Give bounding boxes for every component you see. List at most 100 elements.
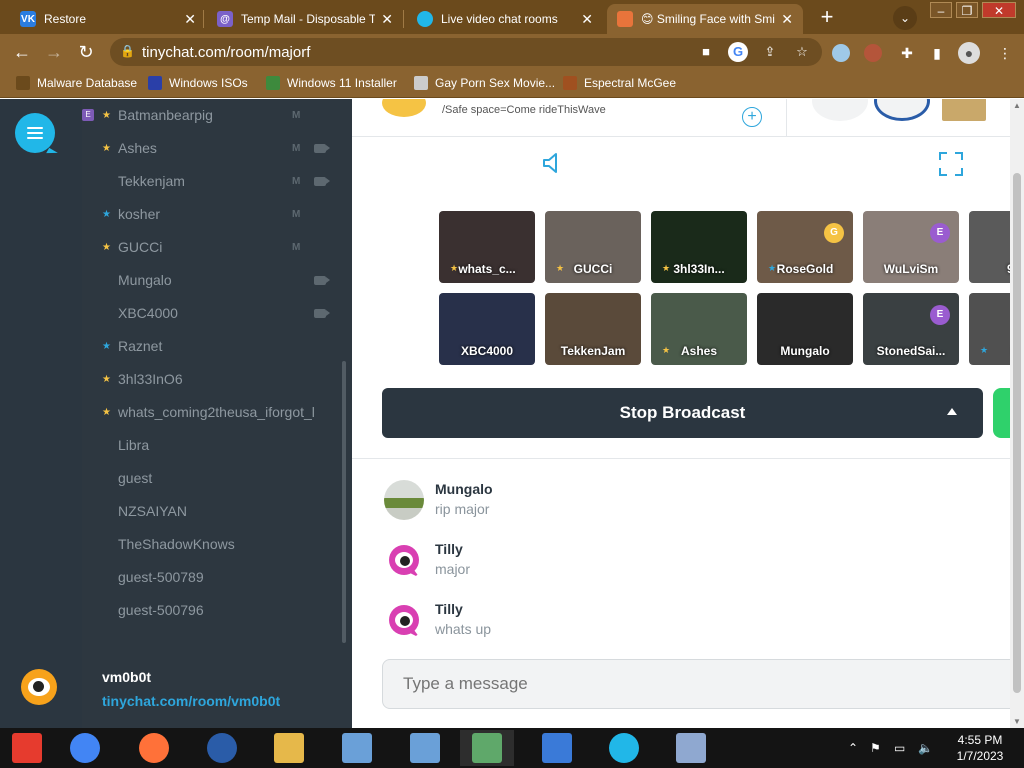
tinychat-avatar[interactable] (384, 600, 424, 640)
show-hidden-icons-chevron-icon[interactable]: ⌃ (848, 741, 858, 755)
taskbar-app[interactable] (262, 730, 316, 766)
user-list-item[interactable]: ★ Ashes M (82, 136, 332, 160)
taskbar-app[interactable] (330, 730, 384, 766)
close-tab-icon[interactable]: ✕ (184, 11, 196, 28)
page-scrollbar[interactable]: ▲ ▼ (1010, 99, 1024, 728)
camera-blocked-icon[interactable]: ■ (696, 42, 716, 62)
message-author[interactable]: Tilly (435, 601, 463, 617)
reload-button[interactable]: ↻ (74, 40, 98, 64)
profile-icon[interactable]: ● (958, 42, 980, 64)
moderator-avatar[interactable] (874, 99, 930, 121)
taskbar-app[interactable] (398, 730, 452, 766)
browser-tab[interactable]: Live video chat rooms ✕ (407, 4, 603, 34)
caret-up-icon[interactable] (947, 408, 957, 415)
camera-tile[interactable]: ★ G RoseGold (757, 211, 853, 283)
flag-icon[interactable]: ⚑ (870, 741, 881, 755)
user-list-item[interactable]: guest (82, 466, 332, 490)
browser-tab[interactable]: 😊 Smiling Face with Smili ✕ (607, 4, 803, 34)
user-list-item[interactable]: ★ whats_coming2theusa_iforgot_l (82, 400, 332, 424)
user-list-item[interactable]: ★ GUCCi M (82, 235, 332, 259)
close-tab-icon[interactable]: ✕ (581, 11, 593, 28)
bookmark-item[interactable]: Espectral McGee (563, 76, 676, 90)
stop-broadcast-button[interactable]: Stop Broadcast (382, 388, 983, 438)
user-list-item[interactable]: Mungalo (82, 268, 332, 292)
user-list-item[interactable]: Tekkenjam M (82, 169, 332, 193)
user-list-item[interactable]: guest-500789 (82, 565, 332, 589)
camera-tile[interactable]: ★ 3hl33In... (651, 211, 747, 283)
message-author[interactable]: Mungalo (435, 481, 493, 497)
camera-tile[interactable]: ★ whats_c... (439, 211, 535, 283)
share-icon[interactable]: ⇪ (760, 42, 780, 62)
url-text[interactable]: tinychat.com/room/majorf (142, 44, 310, 61)
google-icon[interactable]: G (728, 42, 748, 62)
extensions-puzzle-icon[interactable]: ✚ (896, 42, 918, 64)
taskbar-app[interactable] (597, 730, 651, 766)
lock-icon[interactable]: 🔒 (120, 44, 135, 58)
close-tab-icon[interactable]: ✕ (781, 11, 793, 28)
camera-tile[interactable]: E WuLviSm (863, 211, 959, 283)
browser-tab[interactable]: @ Temp Mail - Disposable Te ✕ (207, 4, 403, 34)
restore-button[interactable]: ❐ (956, 2, 978, 18)
taskbar-app[interactable] (0, 730, 54, 766)
bookmark-item[interactable]: Malware Database (16, 76, 137, 90)
fullscreen-icon[interactable] (938, 151, 964, 177)
taskbar-app[interactable] (195, 730, 249, 766)
add-icon[interactable]: + (742, 107, 762, 127)
forward-button[interactable]: → (42, 40, 66, 64)
camera-tile[interactable]: ★ GUCCi (545, 211, 641, 283)
camera-tile[interactable]: Mungalo (757, 293, 853, 365)
taskbar-app[interactable] (530, 730, 584, 766)
bookmark-item[interactable]: Gay Porn Sex Movie... (414, 76, 555, 90)
volume-icon[interactable]: 🔈 (918, 741, 933, 755)
more-menu-icon[interactable]: ⋮ (994, 42, 1016, 64)
message-author[interactable]: Tilly (435, 541, 463, 557)
taskbar-app[interactable] (664, 730, 718, 766)
user-list-item[interactable]: Libra (82, 433, 332, 457)
user-list-item[interactable]: XBC4000 (82, 301, 332, 325)
address-bar[interactable]: 🔒 tinychat.com/room/majorf ■ G ⇪ ☆ (110, 38, 822, 66)
user-list-item[interactable]: TheShadowKnows (82, 532, 332, 556)
user-list-item[interactable]: NZSAIYAN (82, 499, 332, 523)
menu-icon[interactable] (15, 113, 55, 153)
user-list-scrollbar[interactable] (342, 361, 346, 643)
close-window-button[interactable]: ✕ (982, 2, 1016, 18)
taskbar-app[interactable] (58, 730, 112, 766)
bookmark-star-icon[interactable]: ☆ (792, 42, 812, 62)
user-list-item[interactable]: guest-500796 (82, 598, 332, 622)
back-button[interactable]: ← (10, 40, 34, 64)
user-list-item[interactable]: ★ kosher M (82, 202, 332, 226)
extension-avatar-icon[interactable] (864, 44, 882, 62)
browser-tab[interactable]: VK Restore ✕ (10, 4, 206, 34)
speaker-icon[interactable] (540, 151, 564, 175)
taskbar-app[interactable] (127, 730, 181, 766)
page-scrollbar-thumb[interactable] (1013, 173, 1021, 693)
camera-tile[interactable]: E StonedSai... (863, 293, 959, 365)
minimize-button[interactable]: – (930, 2, 952, 18)
side-panel-icon[interactable]: ▮ (926, 42, 948, 64)
network-icon[interactable]: ▭ (894, 741, 905, 755)
current-user-room-link[interactable]: tinychat.com/room/vm0b0t (102, 693, 280, 709)
bookmark-item[interactable]: Windows ISOs (148, 76, 248, 90)
tab-bar: VK Restore ✕ @ Temp Mail - Disposable Te ✕ Liv… (0, 0, 1024, 34)
photo-avatar[interactable] (384, 480, 424, 520)
bookmark-item[interactable]: Windows 11 Installer (266, 76, 397, 90)
moderator-avatar[interactable] (942, 99, 986, 121)
camera-tile[interactable]: TekkenJam (545, 293, 641, 365)
camera-icon (314, 308, 330, 318)
user-list-item[interactable]: ★ 3hl33InO6 (82, 367, 332, 391)
taskbar-app[interactable] (460, 730, 514, 766)
camera-tile[interactable]: XBC4000 (439, 293, 535, 365)
extension-flag-icon[interactable] (832, 44, 850, 62)
user-list-item[interactable]: ★ Raznet (82, 334, 332, 358)
close-tab-icon[interactable]: ✕ (381, 11, 393, 28)
moderator-avatar[interactable] (812, 99, 868, 121)
tab-search-chevron-icon[interactable]: ⌄ (893, 6, 917, 30)
camera-tile[interactable]: ★ Ashes (651, 293, 747, 365)
system-clock[interactable]: 4:55 PM 1/7/2023 (946, 732, 1014, 764)
user-list-item[interactable]: E ★ Batmanbearpig M (82, 103, 332, 127)
user-name: Tekkenjam (118, 173, 185, 189)
new-tab-button[interactable]: + (814, 5, 840, 31)
chat-message-input[interactable] (382, 659, 1022, 709)
tinychat-logo-icon[interactable] (21, 669, 57, 705)
tinychat-avatar[interactable] (384, 540, 424, 580)
